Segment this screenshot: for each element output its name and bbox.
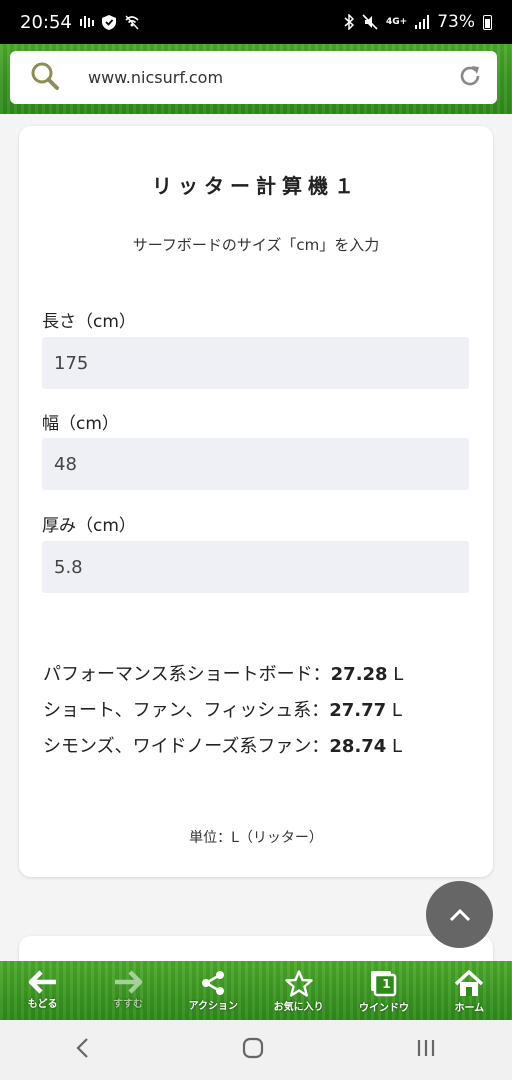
signal-icon [415,15,430,29]
wifi-calling-icon [124,15,140,30]
action-button[interactable]: アクション [171,961,256,1020]
favorites-button[interactable]: お気に入り [256,961,341,1020]
result-unit: L [386,736,403,757]
window-icon: 1 [369,970,399,998]
system-nav-bar [0,1020,512,1080]
reload-icon[interactable] [457,63,483,93]
width-label: 幅（cm） [42,414,119,434]
next-card [19,936,493,961]
share-icon [202,971,225,995]
battery-icon [483,14,492,30]
favorites-label: お気に入り [273,1002,324,1013]
url-text[interactable]: www.nicsurf.com [88,68,457,87]
back-arrow-icon [28,970,56,994]
window-count-badge: 1 [382,977,391,991]
star-icon [284,970,313,997]
network-type: 4G+ [386,17,408,27]
result-value: 28.74 [329,736,387,757]
shield-icon [101,14,116,30]
search-icon[interactable] [30,61,60,95]
nav-recents-icon[interactable] [415,1037,437,1063]
back-label: もどる [27,999,58,1010]
home-button[interactable]: ホーム [427,961,512,1020]
thickness-label: 厚み（cm） [42,516,136,536]
home-icon [455,970,484,996]
status-time: 20:54 [20,11,72,33]
result-short-fun-fish: ショート、ファン、フィッシュ系：27.77 L [43,696,402,722]
action-label: アクション [188,1001,239,1012]
forward-arrow-icon [114,970,143,994]
calculator-subtitle: サーフボードのサイズ「cm」を入力 [132,236,380,254]
address-bar[interactable]: www.nicsurf.com [10,51,497,104]
nav-back-icon[interactable] [75,1037,91,1063]
result-value: 27.28 [330,664,388,685]
thickness-input[interactable]: 5.8 [42,541,469,593]
back-button[interactable]: もどる [0,961,85,1020]
page-content: リッター計算機１ サーフボードのサイズ「cm」を入力 長さ（cm） 175 幅（… [0,114,512,961]
window-label: ウインドウ [358,1003,409,1014]
result-performance-short: パフォーマンス系ショートボード：27.28 L [43,660,403,686]
result-unit: L [387,664,404,685]
browser-header: www.nicsurf.com [0,44,512,114]
result-unit: L [386,700,402,721]
bluetooth-icon [344,14,354,30]
battery-percent: 73% [437,12,475,32]
result-simmons-widenose: シモンズ、ワイドノーズ系ファン：28.74 L [43,732,402,758]
status-bar: 20:54 4G+ 73% [0,0,512,44]
scroll-to-top-button[interactable] [426,881,493,948]
length-input[interactable]: 175 [42,337,469,389]
unit-note: 単位：L（リッター） [189,830,323,846]
length-label: 長さ（cm） [42,312,136,332]
result-label: シモンズ、ワイドノーズ系ファン： [43,736,330,757]
width-input[interactable]: 48 [42,438,469,490]
result-value: 27.77 [329,700,387,721]
calculator-title: リッター計算機１ [152,174,360,198]
activity-icon [79,16,94,28]
home-label: ホーム [454,1003,485,1014]
forward-button[interactable]: すすむ [85,961,170,1020]
result-label: ショート、ファン、フィッシュ系： [43,700,330,721]
result-label: パフォーマンス系ショートボード： [43,664,331,685]
mute-icon [362,14,378,30]
chevron-up-icon [449,908,470,921]
liter-calculator-card: リッター計算機１ サーフボードのサイズ「cm」を入力 長さ（cm） 175 幅（… [19,126,493,877]
browser-toolbar: もどる すすむ アクション お気に入り 1 ウインドウ ホーム [0,961,512,1020]
nav-home-icon[interactable] [241,1036,265,1064]
forward-label: すすむ [112,999,143,1010]
window-button[interactable]: 1 ウインドウ [341,961,426,1020]
